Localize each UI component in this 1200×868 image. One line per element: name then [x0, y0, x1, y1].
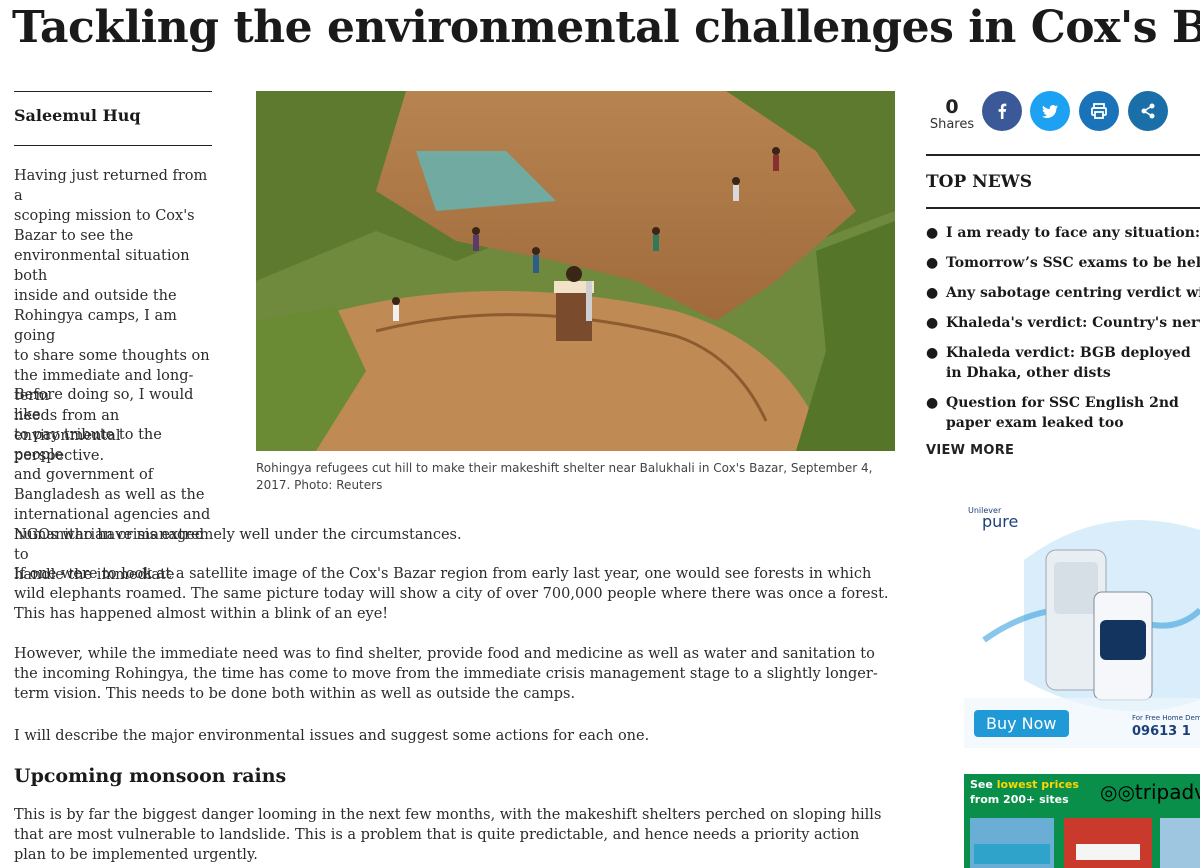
twitter-icon [1042, 105, 1058, 118]
water-purifier-ad[interactable]: Unilever pure Buy Now For Free Home Demo… [964, 500, 1200, 748]
tribute-paragraph-tail: humanitarian crisis extremely well under… [14, 527, 462, 543]
ad-brand-logo: pure [982, 512, 1019, 531]
tribute-line: Bangladesh as well as the [14, 487, 205, 503]
facebook-icon [998, 103, 1007, 119]
bullet-icon: ● [926, 285, 939, 301]
tribute-paragraph: Before doing so, I would like to pay tri… [14, 385, 214, 585]
top-news-link[interactable]: I am ready to face any situation: Khaled… [946, 223, 1200, 243]
bullet-icon: ● [926, 395, 939, 411]
top-news-heading: TOP NEWS [926, 172, 1033, 192]
tribute-line: and government of [14, 467, 154, 483]
byline-top-rule [14, 91, 212, 92]
bullet-icon: ● [926, 255, 939, 271]
print-button[interactable] [1079, 91, 1119, 131]
intro-line: Rohingya camps, I am going [14, 308, 177, 344]
share-icon [1141, 103, 1155, 119]
top-news-link[interactable]: Tomorrow’s SSC exams to be held as sched… [946, 253, 1200, 273]
top-news-item[interactable]: ● Any sabotage centring verdict will be … [926, 283, 1200, 303]
owl-icon: ◎◎ [1100, 780, 1135, 804]
tribute-line: to pay tribute to the people [14, 427, 162, 463]
ad-line1-b: lowest prices [996, 778, 1079, 791]
tripadvisor-logo: ◎◎tripadvisor [1100, 780, 1200, 804]
ad-note: For Free Home Demo [1132, 714, 1200, 722]
however-paragraph: However, while the immediate need was to… [14, 646, 878, 702]
byline-bottom-rule [14, 145, 212, 146]
top-news-item[interactable]: ● Khaleda's verdict: Country's nerves on… [926, 313, 1200, 333]
hotel-thumbnails [970, 818, 1200, 868]
share-label: Shares [929, 117, 975, 132]
intro-line: Having just returned from a [14, 168, 208, 204]
share-button[interactable] [1128, 91, 1168, 131]
top-news-item[interactable]: ● Khaleda verdict: BGB deployed in Dhaka… [926, 343, 1200, 383]
top-news-bottom-rule [926, 207, 1200, 209]
bullet-icon: ● [926, 225, 939, 241]
tribute-line: international agencies and [14, 507, 211, 523]
bullet-icon: ● [926, 315, 939, 331]
article-headline: Tackling the environmental challenges in… [12, 2, 1200, 53]
author-name[interactable]: Saleemul Huq [14, 106, 141, 125]
intro-line: Bazar to see the [14, 228, 134, 244]
top-news-item[interactable]: ● I am ready to face any situation: Khal… [926, 223, 1200, 243]
refugee-hillside-photo [256, 91, 895, 451]
section-heading: Upcoming monsoon rains [14, 765, 287, 787]
print-icon [1091, 103, 1107, 119]
top-news-top-rule [926, 154, 1200, 156]
top-news-item[interactable]: ● Tomorrow’s SSC exams to be held as sch… [926, 253, 1200, 273]
share-counter: 0 Shares [926, 96, 978, 132]
tripadvisor-ad[interactable]: See lowest prices from 200+ sites ◎◎trip… [964, 774, 1200, 868]
article-photo[interactable] [256, 91, 895, 451]
satellite-paragraph: If one were to look at a satellite image… [14, 566, 889, 622]
share-count: 0 [945, 96, 959, 118]
buy-now-button[interactable]: Buy Now [974, 710, 1069, 737]
ad-line1: See lowest prices [970, 778, 1079, 791]
top-news-link[interactable]: Question for SSC English 2nd paper exam … [946, 393, 1200, 433]
tripadvisor-wordmark: tripadvisor [1134, 780, 1200, 804]
top-news-link[interactable]: Khaleda's verdict: Country's nerves on e… [946, 313, 1200, 333]
top-news-item[interactable]: ● Question for SSC English 2nd paper exa… [926, 393, 1200, 433]
intro-line: inside and outside the [14, 288, 177, 304]
monsoon-paragraph: This is by far the biggest danger loomin… [14, 807, 882, 863]
intro-line: to share some thoughts on [14, 348, 210, 364]
ad-line1-a: See [970, 778, 997, 791]
intro-line: environmental situation both [14, 248, 190, 284]
ad-phone: 09613 1 [1132, 724, 1191, 739]
photo-caption: Rohingya refugees cut hill to make their… [256, 461, 873, 492]
top-news-link[interactable]: Khaleda verdict: BGB deployed in Dhaka, … [946, 343, 1200, 383]
tribute-line: Before doing so, I would like [14, 387, 194, 423]
top-news-link[interactable]: Any sabotage centring verdict will be de… [946, 283, 1200, 303]
twitter-share-button[interactable] [1030, 91, 1070, 131]
bullet-icon: ● [926, 345, 939, 361]
facebook-share-button[interactable] [982, 91, 1022, 131]
view-more-link[interactable]: VIEW MORE [926, 443, 1014, 458]
intro-line: scoping mission to Cox's [14, 208, 195, 224]
describe-paragraph: I will describe the major environmental … [14, 728, 650, 744]
ad-line2: from 200+ sites [970, 793, 1069, 806]
